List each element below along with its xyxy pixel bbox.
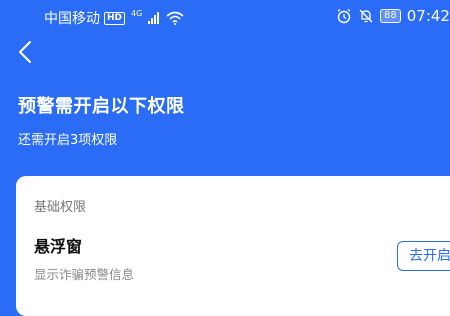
alarm-icon <box>337 8 351 24</box>
page-title: 预警需开启以下权限 <box>18 96 185 117</box>
section-label: 基础权限 <box>34 200 87 215</box>
back-button[interactable] <box>12 38 38 66</box>
page-subtitle: 还需开启3项权限 <box>18 133 118 148</box>
mute-icon <box>359 9 373 23</box>
signal-icon <box>148 12 160 24</box>
permissions-card: 基础权限 悬浮窗 显示诈骗预警信息 去开启 <box>16 176 450 316</box>
carrier-group: 中国移动 HD 4G <box>44 8 184 28</box>
clock: 07:42 <box>406 7 450 25</box>
network-gen: 4G <box>131 8 143 18</box>
status-bar: 中国移动 HD 4G 88 07:42 <box>0 0 450 36</box>
enable-overlay-button[interactable]: 去开启 <box>397 241 450 271</box>
permission-name: 悬浮窗 <box>34 237 83 256</box>
carrier-name: 中国移动 <box>44 11 100 27</box>
hd-icon: HD <box>104 11 126 25</box>
status-right: 88 07:42 <box>336 7 450 25</box>
wifi-icon <box>166 11 184 25</box>
back-arrow-icon <box>19 41 31 63</box>
battery-icon: 88 <box>380 9 401 23</box>
permission-description: 显示诈骗预警信息 <box>34 267 135 282</box>
